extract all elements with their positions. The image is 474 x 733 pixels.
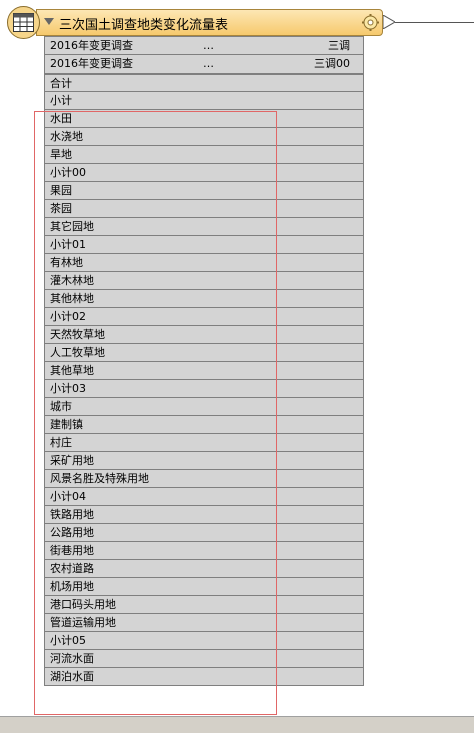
row-label: 建制镇 bbox=[50, 418, 83, 431]
row-label: 其他草地 bbox=[50, 364, 94, 377]
workspace-canvas[interactable]: 三次国土调查地类变化流量表 2016年变更调查 … 三调 2016年变更调查 …… bbox=[0, 0, 474, 716]
attribute-type: 三调 bbox=[328, 39, 350, 52]
table-row[interactable]: 茶园 bbox=[44, 200, 364, 218]
table-row[interactable]: 有林地 bbox=[44, 254, 364, 272]
output-port-icon[interactable] bbox=[383, 15, 395, 29]
row-label: 灌木林地 bbox=[50, 274, 94, 287]
row-label: 旱地 bbox=[50, 148, 72, 161]
row-label: 水浇地 bbox=[50, 130, 83, 143]
table-row[interactable]: 其它园地 bbox=[44, 218, 364, 236]
output-connection-line bbox=[395, 22, 474, 23]
row-label: 公路用地 bbox=[50, 526, 94, 539]
table-row[interactable]: 水田 bbox=[44, 110, 364, 128]
table-row[interactable]: 小计 bbox=[44, 92, 364, 110]
table-row[interactable]: 小计05 bbox=[44, 632, 364, 650]
row-label: 其它园地 bbox=[50, 220, 94, 233]
row-label: 农村道路 bbox=[50, 562, 94, 575]
collapse-triangle-icon[interactable] bbox=[44, 18, 54, 25]
row-label: 小计01 bbox=[50, 238, 86, 251]
table-row[interactable]: 铁路用地 bbox=[44, 506, 364, 524]
table-row[interactable]: 湖泊水面 bbox=[44, 668, 364, 686]
row-label: 采矿用地 bbox=[50, 454, 94, 467]
row-label: 人工牧草地 bbox=[50, 346, 105, 359]
row-label: 河流水面 bbox=[50, 652, 94, 665]
transformer-header[interactable]: 三次国土调查地类变化流量表 bbox=[36, 9, 383, 36]
row-label: 天然牧草地 bbox=[50, 328, 105, 341]
row-label: 果园 bbox=[50, 184, 72, 197]
table-row[interactable]: 城市 bbox=[44, 398, 364, 416]
row-label: 其他林地 bbox=[50, 292, 94, 305]
row-label: 风景名胜及特殊用地 bbox=[50, 472, 149, 485]
table-row[interactable]: 其他草地 bbox=[44, 362, 364, 380]
gear-icon[interactable] bbox=[362, 14, 379, 31]
table-row[interactable]: 河流水面 bbox=[44, 650, 364, 668]
row-label: 湖泊水面 bbox=[50, 670, 94, 683]
transformer-title: 三次国土调查地类变化流量表 bbox=[59, 18, 229, 33]
row-label: 水田 bbox=[50, 112, 72, 125]
horizontal-scrollbar[interactable] bbox=[0, 716, 474, 733]
table-row[interactable]: 果园 bbox=[44, 182, 364, 200]
table-row[interactable]: 灌木林地 bbox=[44, 272, 364, 290]
table-row[interactable]: 合计 bbox=[44, 74, 364, 92]
table-row[interactable]: 小计01 bbox=[44, 236, 364, 254]
attribute-name: 2016年变更调查 bbox=[50, 57, 133, 70]
table-row[interactable]: 公路用地 bbox=[44, 524, 364, 542]
row-label: 有林地 bbox=[50, 256, 83, 269]
table-row[interactable]: 小计03 bbox=[44, 380, 364, 398]
row-label: 管道运输用地 bbox=[50, 616, 116, 629]
attribute-name: 2016年变更调查 bbox=[50, 39, 133, 52]
table-row[interactable]: 小计04 bbox=[44, 488, 364, 506]
row-label: 村庄 bbox=[50, 436, 72, 449]
table-row[interactable]: 小计02 bbox=[44, 308, 364, 326]
attribute-value: … bbox=[203, 39, 214, 52]
row-label: 合计 bbox=[50, 77, 72, 90]
table-row[interactable]: 机场用地 bbox=[44, 578, 364, 596]
table-row[interactable]: 街巷用地 bbox=[44, 542, 364, 560]
attribute-row[interactable]: 2016年变更调查 … 三调00 bbox=[44, 55, 364, 74]
row-label: 小计04 bbox=[50, 490, 86, 503]
table-row[interactable]: 港口码头用地 bbox=[44, 596, 364, 614]
row-label: 小计05 bbox=[50, 634, 86, 647]
table-row[interactable]: 小计00 bbox=[44, 164, 364, 182]
table-row[interactable]: 采矿用地 bbox=[44, 452, 364, 470]
row-label: 机场用地 bbox=[50, 580, 94, 593]
row-label: 小计02 bbox=[50, 310, 86, 323]
row-label: 街巷用地 bbox=[50, 544, 94, 557]
row-label: 小计00 bbox=[50, 166, 86, 179]
row-label: 小计 bbox=[50, 94, 72, 107]
table-row[interactable]: 风景名胜及特殊用地 bbox=[44, 470, 364, 488]
table-row[interactable]: 其他林地 bbox=[44, 290, 364, 308]
table-row[interactable]: 村庄 bbox=[44, 434, 364, 452]
row-label: 城市 bbox=[50, 400, 72, 413]
attribute-row[interactable]: 2016年变更调查 … 三调 bbox=[44, 36, 364, 55]
row-label: 茶园 bbox=[50, 202, 72, 215]
table-feature-icon[interactable] bbox=[7, 6, 40, 39]
row-label: 铁路用地 bbox=[50, 508, 94, 521]
table-row[interactable]: 建制镇 bbox=[44, 416, 364, 434]
table-row[interactable]: 人工牧草地 bbox=[44, 344, 364, 362]
table-row[interactable]: 管道运输用地 bbox=[44, 614, 364, 632]
attribute-value: … bbox=[203, 57, 214, 70]
attribute-type: 三调00 bbox=[314, 57, 350, 70]
table-row[interactable]: 旱地 bbox=[44, 146, 364, 164]
table-row[interactable]: 水浇地 bbox=[44, 128, 364, 146]
table-row[interactable]: 农村道路 bbox=[44, 560, 364, 578]
row-label: 港口码头用地 bbox=[50, 598, 116, 611]
table-row[interactable]: 天然牧草地 bbox=[44, 326, 364, 344]
row-label: 小计03 bbox=[50, 382, 86, 395]
attribute-table: 2016年变更调查 … 三调 2016年变更调查 … 三调00 合计小计水田水浇… bbox=[44, 36, 364, 686]
